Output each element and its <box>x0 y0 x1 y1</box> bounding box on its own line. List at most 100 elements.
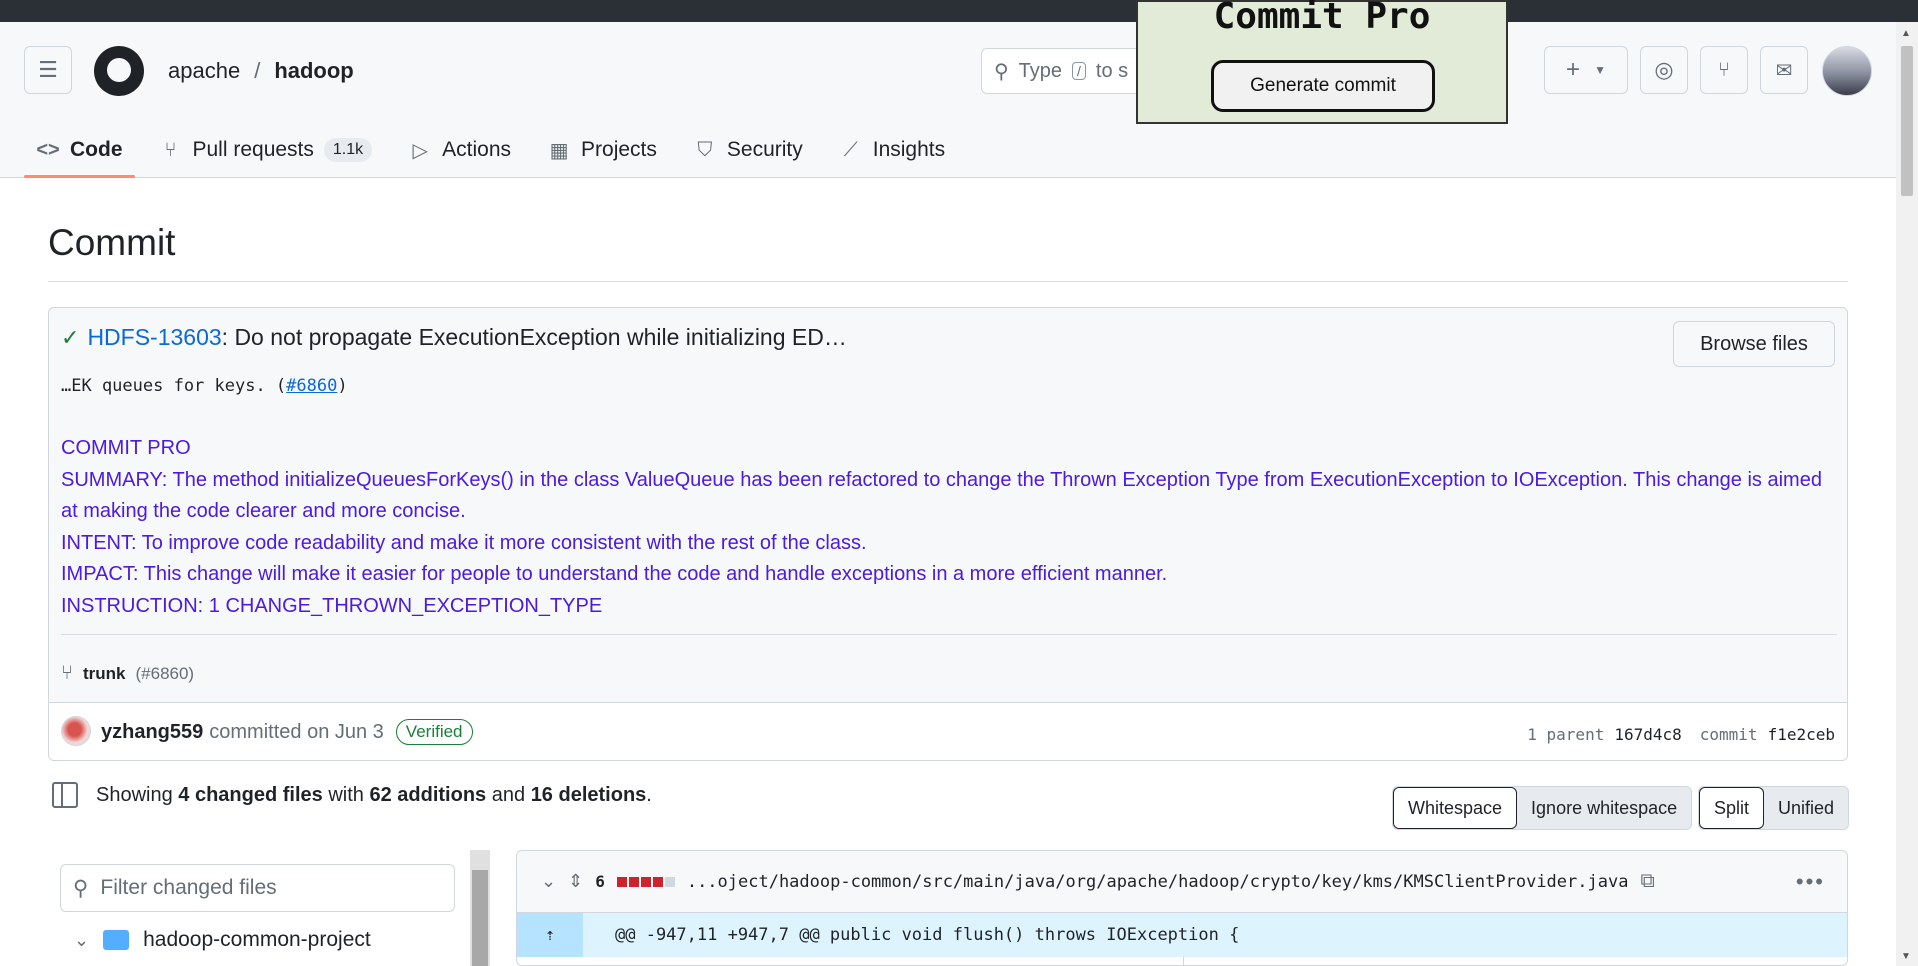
diff-rows <box>517 957 1847 965</box>
scroll-up-icon[interactable]: ▲ <box>1901 28 1911 39</box>
whitespace-button[interactable]: Whitespace <box>1393 787 1518 829</box>
tab-code[interactable]: <> Code <box>22 122 137 178</box>
summary-additions: 62 additions <box>369 783 487 806</box>
sidebar-toggle-icon[interactable] <box>52 782 78 808</box>
file-tree-scrollbar[interactable] <box>470 850 490 966</box>
search-prefix: Type <box>1018 59 1063 82</box>
whitespace-toggle: Whitespace Ignore whitespace <box>1392 786 1693 830</box>
folder-icon <box>103 930 130 950</box>
commit-label: commit <box>1699 725 1758 744</box>
tab-insights[interactable]: ⟋ Insights <box>825 122 959 178</box>
repo-nav-tabs: <> Code ⑂ Pull requests 1.1k ▷ Actions ▦… <box>22 122 959 178</box>
scrollbar-thumb[interactable] <box>1901 46 1913 196</box>
commit-details-box: ✓ HDFS-13603: Do not propagate Execution… <box>48 307 1848 761</box>
author-link[interactable]: yzhang559 <box>101 721 203 744</box>
ignore-whitespace-button[interactable]: Ignore whitespace <box>1517 787 1691 829</box>
parent-label: 1 parent <box>1527 725 1605 744</box>
graph-icon: ⟋ <box>843 138 858 161</box>
summary-changed-files: 4 changed files <box>178 783 323 806</box>
create-new-button[interactable]: + ▼ <box>1544 46 1628 94</box>
hunk-text: @@ -947,11 +947,7 @@ public void flush()… <box>615 925 1240 945</box>
diffstat-bar <box>616 876 675 887</box>
issue-link[interactable]: HDFS-13603 <box>87 324 221 350</box>
plus-icon: + <box>1566 56 1581 83</box>
parent-sha-link[interactable]: 167d4c8 <box>1614 725 1681 744</box>
generate-commit-button[interactable]: Generate commit <box>1211 60 1435 112</box>
tab-insights-label: Insights <box>872 138 946 161</box>
repo-name-link[interactable]: hadoop <box>274 58 353 84</box>
pull-request-icon: ⑂ <box>1718 58 1730 81</box>
hamburger-icon: ☰ <box>38 57 58 82</box>
copy-icon[interactable]: ⧉ <box>1640 870 1654 893</box>
breadcrumb-separator: / <box>254 58 261 83</box>
diffstat-square <box>640 876 651 887</box>
divider <box>61 634 1837 635</box>
menu-button[interactable]: ☰ <box>24 46 72 94</box>
commit-body-suffix: ) <box>337 376 348 396</box>
tab-security-label: Security <box>726 138 803 161</box>
summary-end: . <box>646 783 652 806</box>
verified-badge[interactable]: Verified <box>395 719 473 745</box>
chevron-down-icon[interactable]: ⌄ <box>541 871 556 892</box>
tab-security[interactable]: ⛉ Security <box>679 122 817 178</box>
tab-actions[interactable]: ▷ Actions <box>394 122 525 178</box>
tab-actions-label: Actions <box>442 138 512 161</box>
commit-author: yzhang559 committed on Jun 3 Verified <box>101 719 473 745</box>
diff-change-count: 6 <box>595 872 605 891</box>
commit-sha: f1e2ceb <box>1767 725 1835 744</box>
browse-files-button[interactable]: Browse files <box>1673 321 1835 367</box>
pull-requests-counter: 1.1k <box>323 138 373 162</box>
breadcrumb: apache / hadoop <box>168 58 354 84</box>
filter-files-input[interactable]: ⚲ Filter changed files <box>60 864 455 912</box>
view-mode-toggle: Split Unified <box>1698 786 1850 830</box>
split-view-button[interactable]: Split <box>1699 787 1765 829</box>
commit-pro-title: Commit Pro <box>1213 0 1431 37</box>
tab-pull-requests-label: Pull requests <box>192 138 314 161</box>
scroll-down-icon[interactable]: ▼ <box>1901 951 1911 962</box>
commit-pro-popup: Commit Pro Generate commit <box>1136 0 1508 124</box>
commit-pro-heading: COMMIT PRO <box>61 437 191 459</box>
page-title: Commit <box>48 222 176 263</box>
filter-files-placeholder: Filter changed files <box>100 876 277 899</box>
issue-icon: ◎ <box>1654 57 1674 82</box>
expand-icon[interactable]: ⇕ <box>568 871 583 892</box>
branch-pr-ref[interactable]: (#6860) <box>136 664 195 684</box>
commit-pro-impact: IMPACT: This change will make it easier … <box>61 563 1168 585</box>
diffstat-square <box>616 876 627 887</box>
more-options-icon[interactable]: ••• <box>1796 869 1825 895</box>
pull-request-icon: ⑂ <box>164 138 177 161</box>
table-icon: ▦ <box>549 139 569 162</box>
commit-title-text: : Do not propagate ExecutionException wh… <box>221 324 847 350</box>
branch-icon: ⑂ <box>61 662 73 684</box>
search-suffix: to s <box>1095 59 1129 82</box>
issues-button[interactable]: ◎ <box>1640 46 1688 94</box>
file-tree-item[interactable]: ⌄ hadoop-common-project <box>74 928 371 952</box>
file-tree-panel: ⚲ Filter changed files ⌄ hadoop-common-p… <box>48 850 490 966</box>
branch-info: ⑂ trunk (#6860) <box>61 662 194 685</box>
divider <box>48 281 1848 282</box>
scrollbar-thumb[interactable] <box>472 870 488 966</box>
branch-link[interactable]: trunk <box>83 664 126 684</box>
tab-projects[interactable]: ▦ Projects <box>533 122 671 178</box>
github-logo-icon[interactable] <box>94 46 144 96</box>
browser-top-strip <box>0 0 1918 22</box>
split-divider <box>1183 957 1184 965</box>
commit-footer: yzhang559 committed on Jun 3 Verified 1 … <box>49 702 1847 760</box>
repo-owner-link[interactable]: apache <box>168 58 240 84</box>
diff-hunk-header: ⇡ @@ -947,11 +947,7 @@ public void flush… <box>517 913 1847 957</box>
user-avatar[interactable] <box>1822 46 1872 96</box>
expand-up-icon[interactable]: ⇡ <box>517 913 583 957</box>
diffstat-square <box>652 876 663 887</box>
author-avatar[interactable] <box>61 716 91 746</box>
unified-view-button[interactable]: Unified <box>1764 787 1848 829</box>
page-scrollbar[interactable]: ▲ ▼ <box>1896 22 1918 966</box>
tab-pull-requests[interactable]: ⑂ Pull requests 1.1k <box>145 122 387 178</box>
commit-pro-summary: SUMMARY: The method initializeQueuesForK… <box>61 468 1822 523</box>
inbox-button[interactable]: ✉ <box>1760 46 1808 94</box>
pr-link[interactable]: #6860 <box>286 376 337 396</box>
pull-requests-button[interactable]: ⑂ <box>1700 46 1748 94</box>
tab-projects-label: Projects <box>581 138 657 161</box>
diff-file-path[interactable]: ...oject/hadoop-common/src/main/java/org… <box>687 872 1629 892</box>
summary-deletions: 16 deletions <box>530 783 647 806</box>
folder-label: hadoop-common-project <box>143 928 371 951</box>
